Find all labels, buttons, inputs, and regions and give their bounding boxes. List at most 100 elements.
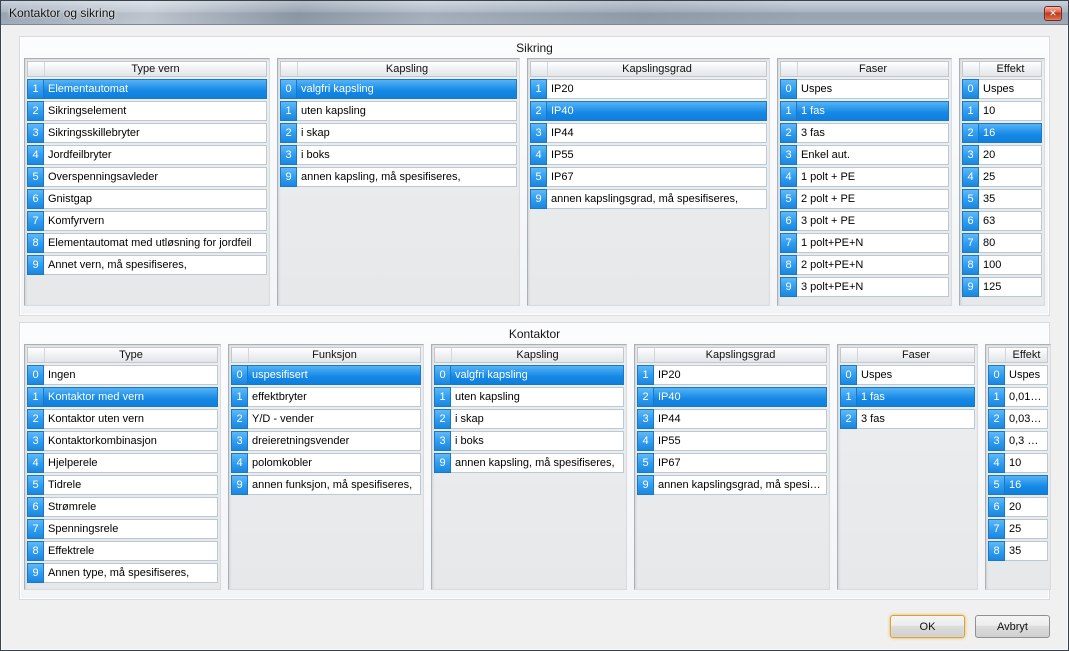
list-item[interactable]: 63 polt + PE (780, 211, 949, 231)
list-item[interactable]: 93 polt+PE+N (780, 277, 949, 297)
list-panel-sikring-kapslingsgrad: Kapslingsgrad1IP202IP403IP444IP555IP679a… (527, 58, 770, 306)
item-number-badge: 1 (434, 387, 451, 407)
list-item[interactable]: 663 (962, 211, 1042, 231)
list-item[interactable]: 3dreieretningsvender (231, 431, 421, 451)
close-button[interactable]: ✕ (1044, 6, 1062, 21)
list-item[interactable]: 410 (988, 453, 1048, 473)
list-item[interactable]: 0valgfri kapsling (280, 79, 517, 99)
list-item[interactable]: 4Jordfeilbryter (27, 145, 267, 165)
list-item[interactable]: 20,03 mA (988, 409, 1048, 429)
item-number-badge: 2 (988, 409, 1005, 429)
list-item[interactable]: 6Strømrele (27, 497, 218, 517)
list-item[interactable]: 11 fas (780, 101, 949, 121)
list-item[interactable]: 5IP67 (637, 453, 827, 473)
list-item[interactable]: 3IP44 (637, 409, 827, 429)
list-item[interactable]: 216 (962, 123, 1042, 143)
list-item[interactable]: 6Gnistgap (27, 189, 267, 209)
column-header: Faser (840, 347, 975, 363)
list-item[interactable]: 1IP20 (530, 79, 767, 99)
list-item[interactable]: 2Kontaktor uten vern (27, 409, 218, 429)
list-item[interactable]: 8100 (962, 255, 1042, 275)
list-item[interactable]: 4polomkobler (231, 453, 421, 473)
list-item[interactable]: 0Ingen (27, 365, 218, 385)
list-item[interactable]: 1uten kapsling (280, 101, 517, 121)
list-item[interactable]: 5Tidrele (27, 475, 218, 495)
list-item[interactable]: 1Kontaktor med vern (27, 387, 218, 407)
list-item[interactable]: 2IP40 (530, 101, 767, 121)
list-item[interactable]: 725 (988, 519, 1048, 539)
column-header: Funksjon (231, 347, 421, 363)
item-label: polomkobler (248, 453, 421, 473)
column-header: Kapsling (280, 61, 517, 77)
list-item[interactable]: 3Enkel aut. (780, 145, 949, 165)
list-item[interactable]: 5Overspenningsavleder (27, 167, 267, 187)
list-item[interactable]: 7Spenningsrele (27, 519, 218, 539)
item-label: Komfyrvern (44, 211, 267, 231)
list-item[interactable]: 2Sikringselement (27, 101, 267, 121)
list-item[interactable]: 0Uspes (840, 365, 975, 385)
list-item[interactable]: 5IP67 (530, 167, 767, 187)
list-item[interactable]: 9125 (962, 277, 1042, 297)
list-item[interactable]: 71 polt+PE+N (780, 233, 949, 253)
list-item[interactable]: 3IP44 (530, 123, 767, 143)
list-item[interactable]: 4Hjelperele (27, 453, 218, 473)
column-header: Kapslingsgrad (637, 347, 827, 363)
list-item[interactable]: 620 (988, 497, 1048, 517)
list-item[interactable]: 1uten kapsling (434, 387, 624, 407)
item-number-badge: 1 (988, 387, 1005, 407)
list-item[interactable]: 9annen kapsling, må spesifiseres, (280, 167, 517, 187)
list-item[interactable]: 8Elementautomat med utløsning for jordfe… (27, 233, 267, 253)
list-item[interactable]: 2IP40 (637, 387, 827, 407)
list-item[interactable]: 9Annen type, må spesifiseres, (27, 563, 218, 583)
list-item[interactable]: 3Sikringsskillebryter (27, 123, 267, 143)
ok-button[interactable]: OK (890, 615, 965, 638)
list-item[interactable]: 3i boks (280, 145, 517, 165)
list-item[interactable]: 1effektbryter (231, 387, 421, 407)
item-number-badge: 2 (231, 409, 248, 429)
list-item[interactable]: 0Uspes (780, 79, 949, 99)
list-item[interactable]: 0Uspes (988, 365, 1048, 385)
list-item[interactable]: 0valgfri kapsling (434, 365, 624, 385)
list-item[interactable]: 425 (962, 167, 1042, 187)
list-item[interactable]: 10,01 mA (988, 387, 1048, 407)
list-item[interactable]: 9annen funksjon, må spesifiseres, (231, 475, 421, 495)
list-item[interactable]: 2Y/D - vender (231, 409, 421, 429)
list-item[interactable]: 3i boks (434, 431, 624, 451)
list-item[interactable]: 41 polt + PE (780, 167, 949, 187)
list-item[interactable]: 23 fas (840, 409, 975, 429)
list-item[interactable]: 52 polt + PE (780, 189, 949, 209)
list-item[interactable]: 11 fas (840, 387, 975, 407)
cancel-button[interactable]: Avbryt (975, 615, 1050, 638)
item-label: Uspes (1005, 365, 1048, 385)
list-item[interactable]: 8Effektrele (27, 541, 218, 561)
list-panel-kontaktor-kapsling: Kapsling0valgfri kapsling1uten kapsling2… (431, 344, 627, 590)
list-item[interactable]: 0Uspes (962, 79, 1042, 99)
list-item[interactable]: 2i skap (434, 409, 624, 429)
list-item[interactable]: 1Elementautomat (27, 79, 267, 99)
list-item[interactable]: 9annen kapslingsgrad, må spesifiseres, (530, 189, 767, 209)
list-item[interactable]: 9Annet vern, må spesifiseres, (27, 255, 267, 275)
group-title-sikring: Sikring (24, 40, 1045, 58)
list-item[interactable]: 9annen kapslingsgrad, må spesifiseres, (637, 475, 827, 495)
list-item[interactable]: 7Komfyrvern (27, 211, 267, 231)
list-item[interactable]: 780 (962, 233, 1042, 253)
list-item[interactable]: 4IP55 (530, 145, 767, 165)
list-item[interactable]: 30,3 mA (988, 431, 1048, 451)
list-item[interactable]: 0uspesifisert (231, 365, 421, 385)
item-label: 1 fas (797, 101, 949, 121)
list-item[interactable]: 2i skap (280, 123, 517, 143)
list-item[interactable]: 9annen kapsling, må spesifiseres, (434, 453, 624, 473)
list-item[interactable]: 110 (962, 101, 1042, 121)
panel-row: Type0Ingen1Kontaktor med vern2Kontaktor … (24, 344, 1045, 590)
list-item[interactable]: 1IP20 (637, 365, 827, 385)
item-label: Uspes (797, 79, 949, 99)
list-item[interactable]: 82 polt+PE+N (780, 255, 949, 275)
list-item[interactable]: 23 fas (780, 123, 949, 143)
list-item[interactable]: 516 (988, 475, 1048, 495)
list-item[interactable]: 3Kontaktorkombinasjon (27, 431, 218, 451)
list-item[interactable]: 4IP55 (637, 431, 827, 451)
item-number-badge: 8 (988, 541, 1005, 561)
list-item[interactable]: 320 (962, 145, 1042, 165)
list-item[interactable]: 535 (962, 189, 1042, 209)
list-item[interactable]: 835 (988, 541, 1048, 561)
